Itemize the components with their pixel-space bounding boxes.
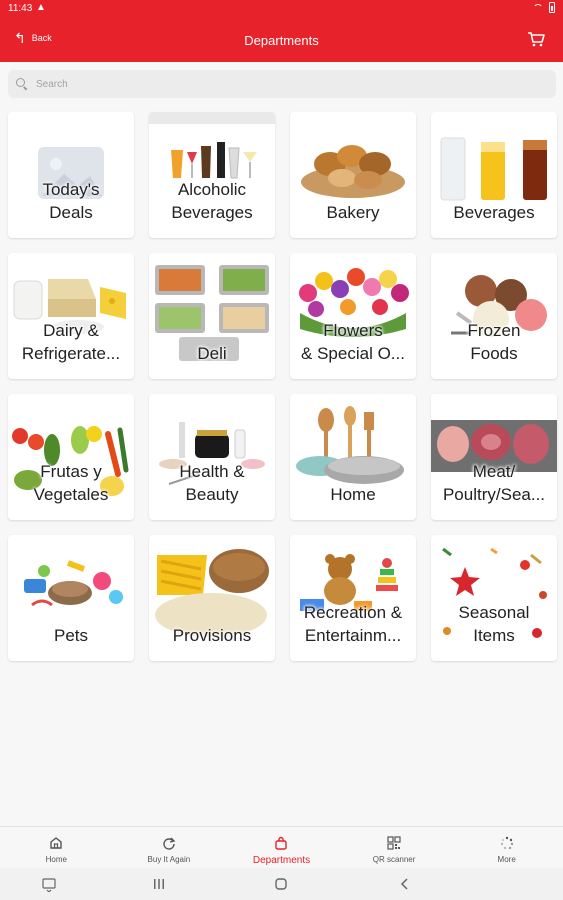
- department-tile-deals[interactable]: Today's Deals: [8, 112, 134, 238]
- department-tile-alcoholic-beverages[interactable]: Alcoholic Beverages: [149, 112, 275, 238]
- nav-qr-scanner[interactable]: QR scanner: [338, 827, 451, 868]
- department-tile-flowers[interactable]: Flowers & Special O...: [290, 253, 416, 379]
- nav-label: Buy It Again: [147, 855, 191, 864]
- department-tile-dairy[interactable]: Dairy & Refrigerate...: [8, 253, 134, 379]
- department-label: Today's Deals: [42, 180, 100, 222]
- department-tile-beverages[interactable]: Beverages: [431, 112, 557, 238]
- department-grid: Today's Deals Alcoholic Beverages Bakery: [8, 112, 557, 661]
- department-tile-deli[interactable]: Deli: [149, 253, 275, 379]
- bag-icon: [273, 835, 289, 851]
- home-button-icon[interactable]: [274, 876, 288, 892]
- department-label: Meat/ Poultry/Sea...: [442, 462, 546, 504]
- department-tile-home[interactable]: Home: [290, 394, 416, 520]
- department-tile-recreation[interactable]: Recreation & Entertainm...: [290, 535, 416, 661]
- bottom-navigation: Home Buy It Again Departments QR scanner…: [0, 826, 563, 868]
- refresh-icon: [161, 835, 177, 851]
- app-header: 11:43 ▲ ↰ Back Departments: [0, 0, 563, 62]
- department-label: Frozen Foods: [467, 321, 521, 363]
- nav-more[interactable]: More: [450, 827, 563, 868]
- department-label: Alcoholic Beverages: [171, 180, 253, 222]
- department-tile-health-beauty[interactable]: Health & Beauty: [149, 394, 275, 520]
- system-navigation-bar: [0, 868, 563, 900]
- qr-icon: [386, 835, 402, 851]
- department-label: Provisions: [172, 626, 252, 645]
- nav-home[interactable]: Home: [0, 827, 113, 868]
- nav-label: More: [497, 855, 516, 864]
- department-label: Recreation & Entertainm...: [303, 603, 403, 645]
- more-icon: [499, 835, 515, 851]
- department-tile-bakery[interactable]: Bakery: [290, 112, 416, 238]
- department-label: Beverages: [453, 203, 535, 222]
- department-label: Dairy & Refrigerate...: [21, 321, 121, 363]
- cart-icon: [528, 32, 545, 47]
- wifi-icon: [533, 3, 543, 12]
- page-title: Departments: [244, 33, 319, 48]
- department-tile-frozen-foods[interactable]: Frozen Foods: [431, 253, 557, 379]
- department-tile-meat[interactable]: Meat/ Poultry/Sea...: [431, 394, 557, 520]
- department-label: Home: [330, 485, 376, 504]
- nav-departments[interactable]: Departments: [225, 827, 338, 868]
- search-input[interactable]: [36, 78, 516, 90]
- department-label: Pets: [53, 626, 89, 645]
- back-nav-icon[interactable]: [398, 876, 412, 892]
- search-bar[interactable]: [8, 70, 556, 98]
- department-tile-frutas[interactable]: Frutas y Vegetales: [8, 394, 134, 520]
- nav-label: QR scanner: [372, 855, 416, 864]
- department-tile-provisions[interactable]: Provisions: [149, 535, 275, 661]
- department-tile-pets[interactable]: Pets: [8, 535, 134, 661]
- department-label: Health & Beauty: [179, 462, 245, 504]
- nav-label: Departments: [252, 855, 311, 866]
- department-label: Frutas y Vegetales: [33, 462, 109, 504]
- cart-button[interactable]: [527, 31, 545, 47]
- department-tile-seasonal[interactable]: Seasonal Items: [431, 535, 557, 661]
- status-time: 11:43: [8, 3, 33, 14]
- department-label: Seasonal Items: [458, 603, 530, 645]
- search-icon: [16, 78, 28, 90]
- department-label: Flowers & Special O...: [301, 321, 405, 363]
- department-label: Bakery: [326, 203, 380, 222]
- warning-icon: ▲: [36, 2, 46, 13]
- recent-apps-icon[interactable]: [152, 876, 166, 892]
- nav-label: Home: [45, 855, 67, 864]
- home-icon: [48, 835, 64, 851]
- keyboard-icon[interactable]: [42, 876, 56, 892]
- status-bar: 11:43 ▲: [0, 0, 563, 20]
- nav-buy-it-again[interactable]: Buy It Again: [113, 827, 226, 868]
- department-label: Deli: [197, 344, 227, 363]
- battery-icon: [549, 2, 555, 13]
